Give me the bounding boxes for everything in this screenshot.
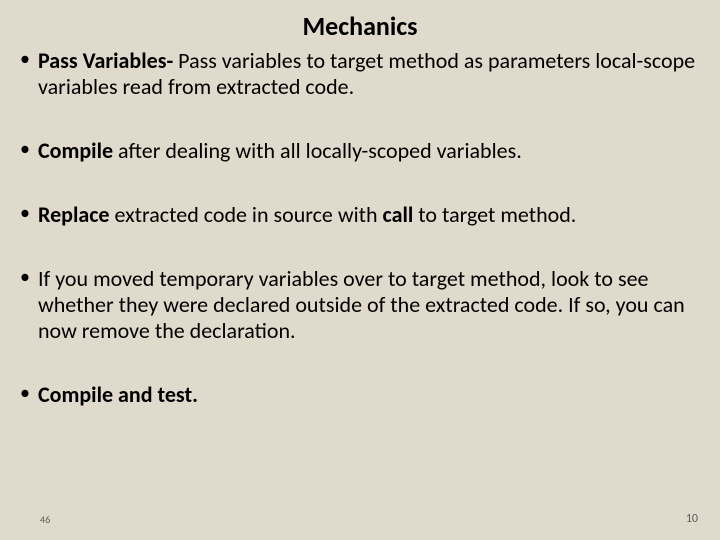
page-number: 10	[686, 512, 698, 526]
bullet-item: If you moved temporary variables over to…	[18, 266, 702, 344]
bullet-item: Compile after dealing with all locally-s…	[18, 138, 702, 164]
bullet-text: to target method.	[413, 201, 576, 228]
bullet-item: Replace extracted code in source with ca…	[18, 202, 702, 228]
bullet-text: after dealing with all locally-scoped va…	[113, 137, 522, 164]
slide: Mechanics Pass Variables- Pass variables…	[0, 0, 720, 540]
bullet-strong: Compile	[38, 137, 113, 164]
bullet-item: Pass Variables- Pass variables to target…	[18, 48, 702, 100]
bullet-strong: Pass Variables-	[38, 47, 173, 74]
slide-title: Mechanics	[0, 0, 720, 48]
bullet-text: extracted code in source with	[110, 201, 383, 228]
bullet-strong: call	[383, 201, 414, 228]
bullet-item: Compile and test.	[18, 382, 702, 408]
page-number-secondary: 46	[40, 513, 50, 526]
bullet-list: Pass Variables- Pass variables to target…	[0, 48, 720, 408]
bullet-strong: Replace	[38, 201, 110, 228]
bullet-strong: Compile and test.	[38, 381, 198, 408]
bullet-text: If you moved temporary variables over to…	[38, 265, 685, 344]
